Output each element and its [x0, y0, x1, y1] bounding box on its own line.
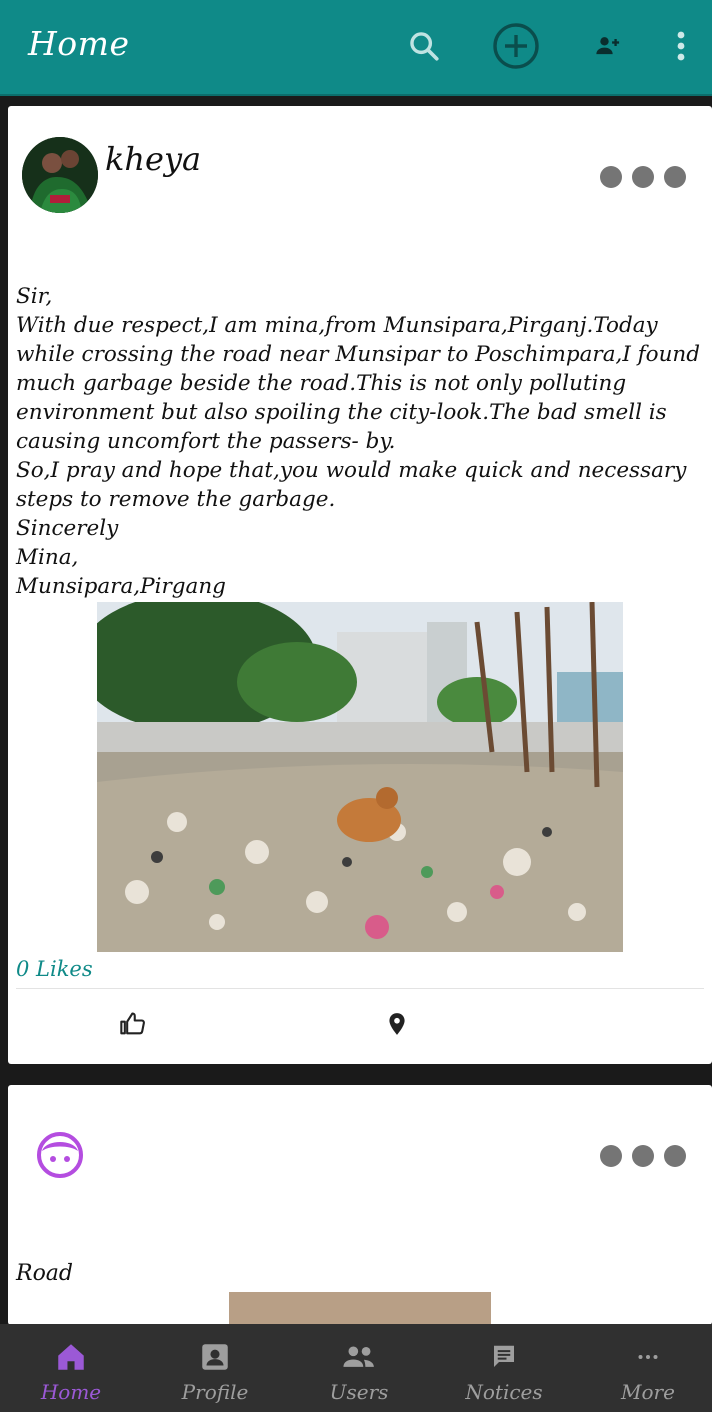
nav-label: Users — [329, 1380, 389, 1404]
nav-more[interactable]: More — [588, 1324, 708, 1412]
add-circle-icon[interactable] — [492, 22, 540, 70]
bottom-navigation: Home Profile Users Notices More — [0, 1324, 712, 1412]
post-text: Road — [16, 1261, 74, 1286]
divider — [16, 988, 704, 989]
post-card: Road — [8, 1085, 712, 1325]
notices-icon — [444, 1340, 564, 1374]
nav-notices[interactable]: Notices — [444, 1324, 564, 1412]
post-options-icon[interactable] — [600, 1145, 686, 1167]
location-icon[interactable] — [384, 1010, 410, 1038]
nav-profile[interactable]: Profile — [155, 1324, 275, 1412]
post-options-icon[interactable] — [600, 166, 686, 188]
post-username[interactable]: kheya — [105, 140, 201, 178]
post-card: kheya Sir, With due respect,I am mina,fr… — [8, 106, 712, 1064]
post-image[interactable] — [97, 602, 623, 952]
post-text: Sir, With due respect,I am mina,from Mun… — [16, 284, 701, 599]
search-icon[interactable] — [400, 22, 448, 70]
more-vert-icon[interactable] — [657, 22, 705, 70]
profile-icon — [155, 1340, 275, 1374]
nav-label: Home — [40, 1380, 102, 1404]
nav-label: More — [621, 1380, 675, 1404]
page-title: Home — [28, 24, 130, 63]
home-icon — [11, 1340, 131, 1374]
likes-count: 0 Likes — [16, 957, 93, 981]
nav-home[interactable]: Home — [11, 1324, 131, 1412]
nav-label: Profile — [181, 1380, 249, 1404]
avatar[interactable] — [36, 1131, 84, 1179]
like-icon[interactable] — [119, 1010, 147, 1038]
more-horiz-icon — [588, 1340, 708, 1374]
users-icon — [299, 1340, 419, 1374]
nav-label: Notices — [465, 1380, 543, 1404]
nav-users[interactable]: Users — [299, 1324, 419, 1412]
avatar[interactable] — [22, 137, 98, 213]
app-bar: Home — [0, 0, 712, 96]
post-image[interactable] — [229, 1292, 491, 1325]
add-user-icon[interactable] — [584, 22, 632, 70]
